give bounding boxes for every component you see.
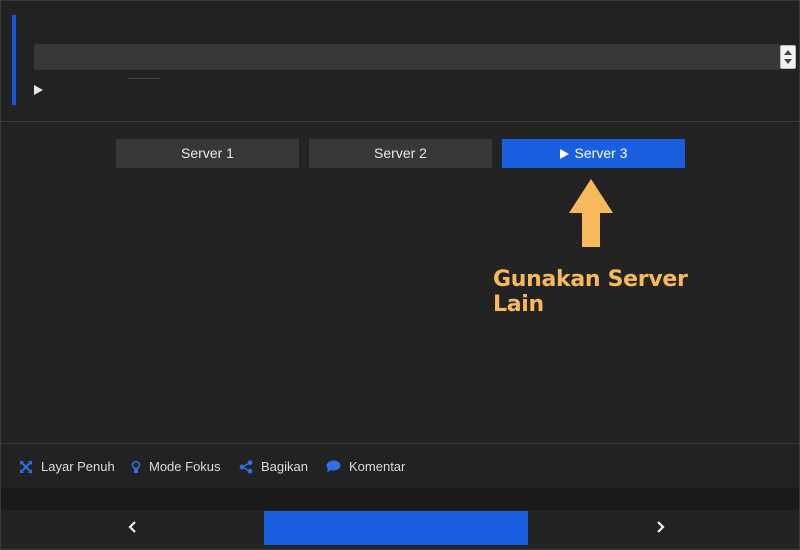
chevron-right-icon (656, 521, 665, 533)
focus-mode-button[interactable]: Mode Fokus (131, 459, 221, 474)
focus-mode-label: Mode Fokus (149, 459, 221, 474)
server-3-button[interactable]: Server 3 (502, 139, 685, 168)
lightbulb-icon (131, 460, 141, 473)
comment-label: Komentar (349, 459, 406, 474)
play-icon (559, 149, 569, 159)
server-1-label: Server 1 (181, 145, 234, 161)
video-player-page: Server 1 Server 2 Server 3 Gunakan Serve… (0, 0, 800, 550)
episode-list-button[interactable] (264, 511, 528, 545)
spacer-strip (1, 488, 799, 510)
comment-icon (326, 460, 341, 473)
fullscreen-button[interactable]: Layar Penuh (19, 459, 115, 474)
divider (128, 78, 160, 79)
player-controls (1, 1, 799, 122)
play-icon[interactable] (34, 85, 43, 95)
spin-down-icon[interactable] (784, 59, 792, 64)
fullscreen-icon (20, 460, 32, 473)
server-2-label: Server 2 (374, 145, 427, 161)
episode-nav (1, 510, 799, 549)
share-button[interactable]: Bagikan (239, 459, 308, 474)
share-label: Bagikan (261, 459, 308, 474)
action-bar: Layar Penuh Mode Fokus Bagikan Komentar (1, 443, 799, 488)
prev-button[interactable] (1, 510, 264, 544)
spinner-control[interactable] (780, 45, 796, 69)
share-icon (239, 459, 253, 474)
spin-up-icon[interactable] (784, 50, 792, 55)
server-3-label: Server 3 (574, 145, 628, 161)
accent-bar (12, 15, 16, 105)
fullscreen-label: Layar Penuh (41, 459, 115, 474)
chevron-left-icon (127, 521, 136, 533)
comment-button[interactable]: Komentar (326, 459, 405, 474)
server-2-button[interactable]: Server 2 (309, 139, 492, 168)
server-1-button[interactable]: Server 1 (116, 139, 299, 168)
next-button[interactable] (528, 510, 791, 544)
arrow-up-icon (569, 179, 613, 247)
progress-field[interactable] (34, 44, 780, 70)
annotation-text: Gunakan Server Lain (493, 267, 688, 317)
